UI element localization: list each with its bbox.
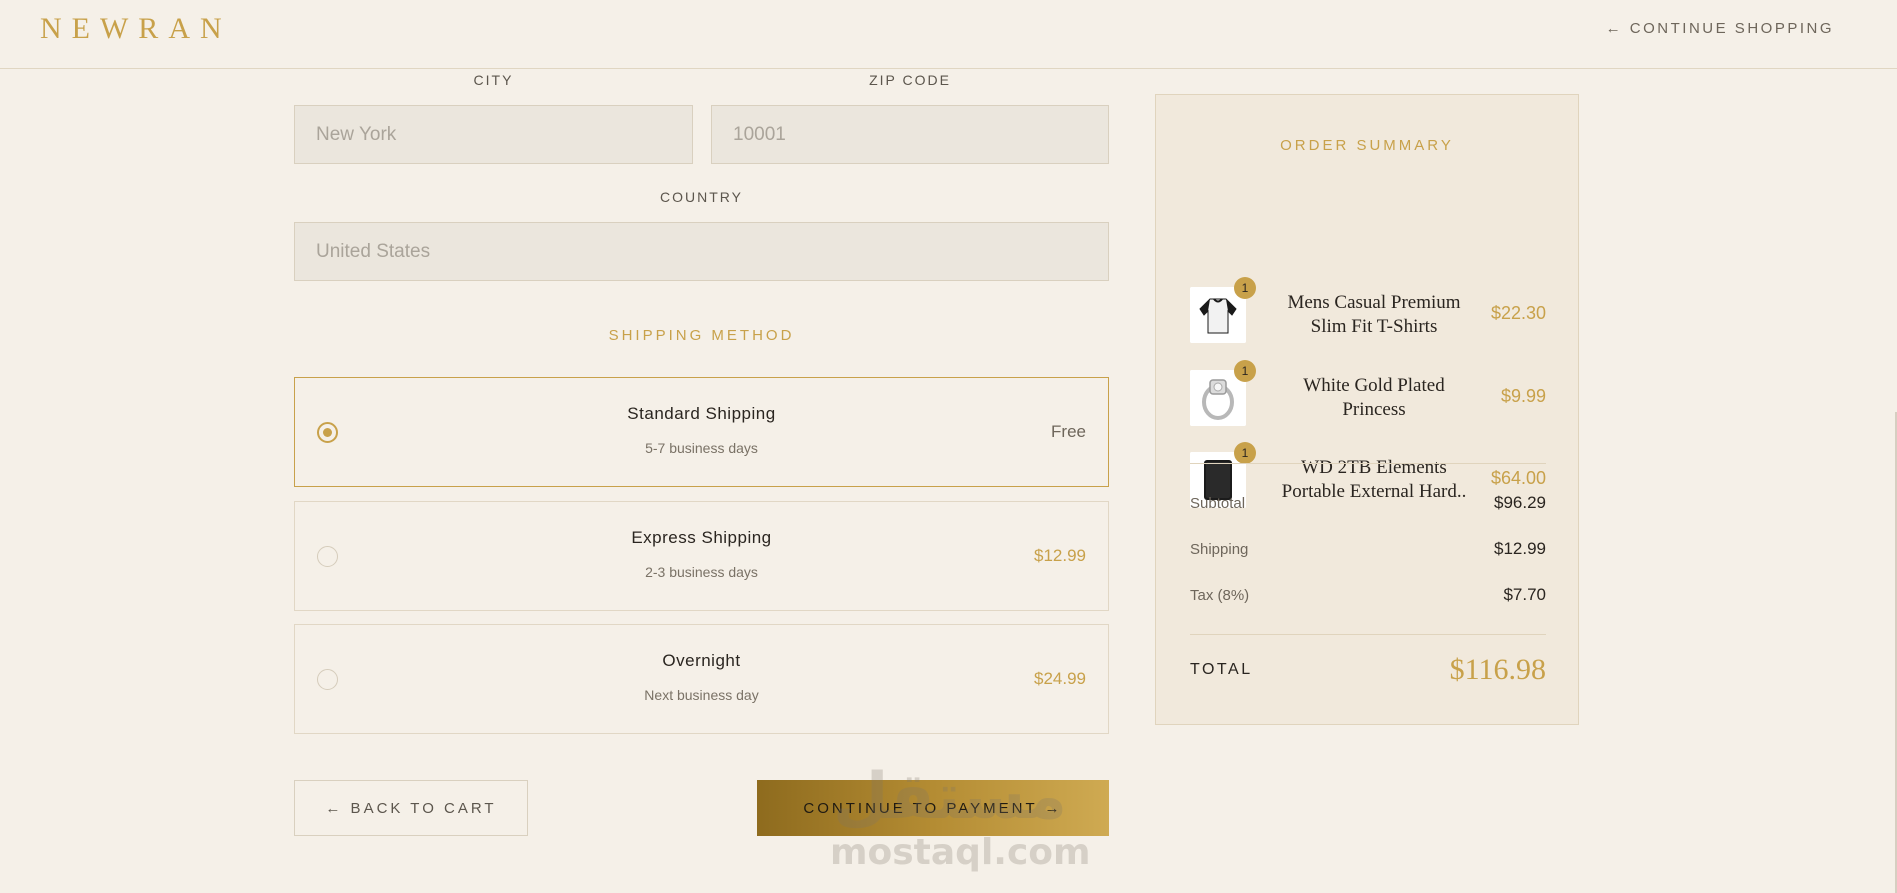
shipping-option-price: Free [1051, 422, 1086, 441]
continue-to-payment-button[interactable]: CONTINUE TO PAYMENT → [757, 780, 1109, 836]
subtotal-value: $96.29 [1494, 493, 1546, 512]
summary-item: 1 Mens Casual Premium Slim Fit T-Shirts … [1190, 277, 1546, 349]
total-value: $116.98 [1449, 653, 1546, 686]
shipping-option-days: Next business day [644, 687, 759, 703]
shipping-value: $12.99 [1494, 539, 1546, 558]
tax-value: $7.70 [1503, 585, 1546, 604]
summary-divider [1190, 463, 1546, 464]
item-price: $64.00 [1490, 468, 1546, 488]
subtotal-row: Subtotal $96.29 [1190, 492, 1546, 514]
quantity-badge: 1 [1234, 277, 1256, 299]
city-label: CITY [473, 72, 514, 88]
tax-row: Tax (8%) $7.70 [1190, 584, 1546, 606]
shipping-option-name: Express Shipping [631, 528, 772, 547]
item-name: Mens Casual Premium Slim Fit T-Shirts [1287, 292, 1461, 337]
site-header: NEWRAN ← CONTINUE SHOPPING [0, 0, 1897, 69]
summary-item: 1 White Gold Plated Princess $9.99 [1190, 360, 1546, 432]
total-row: TOTAL $116.98 [1190, 653, 1546, 687]
watermark-latin-text: mostaql.com [830, 832, 1091, 873]
quantity-badge: 1 [1234, 360, 1256, 382]
summary-divider [1190, 634, 1546, 635]
shipping-option-express[interactable]: Express Shipping 2-3 business days $12.9… [294, 501, 1109, 611]
shipping-label: Shipping [1190, 540, 1249, 558]
subtotal-label: Subtotal [1190, 494, 1246, 512]
shipping-option-overnight[interactable]: Overnight Next business day $24.99 [294, 624, 1109, 734]
shipping-option-price: $12.99 [1034, 546, 1086, 565]
continue-shopping-link[interactable]: ← CONTINUE SHOPPING [1606, 20, 1834, 37]
brand-logo[interactable]: NEWRAN [40, 12, 232, 46]
order-summary-title: ORDER SUMMARY [1280, 137, 1454, 154]
item-price: $9.99 [1500, 386, 1546, 406]
shipping-row: Shipping $12.99 [1190, 538, 1546, 560]
country-input[interactable]: United States [294, 222, 1109, 281]
shipping-option-name: Standard Shipping [627, 404, 776, 423]
zip-label: ZIP CODE [869, 72, 951, 88]
tax-label: Tax (8%) [1190, 586, 1250, 604]
city-input[interactable]: New York [294, 105, 693, 164]
shipping-option-price: $24.99 [1034, 669, 1086, 688]
order-summary-panel: ORDER SUMMARY 1 Mens Casual Premium Slim… [1155, 94, 1579, 725]
shipping-option-days: 2-3 business days [645, 564, 758, 580]
shipping-option-name: Overnight [662, 651, 741, 670]
total-label: TOTAL [1190, 661, 1253, 678]
item-price: $22.30 [1490, 303, 1546, 323]
item-name: White Gold Plated Princess [1303, 375, 1445, 420]
shipping-method-title: SHIPPING METHOD [608, 327, 795, 344]
shipping-option-days: 5-7 business days [645, 440, 758, 456]
zip-input[interactable]: 10001 [711, 105, 1109, 164]
country-label: COUNTRY [660, 189, 743, 205]
shipping-option-standard[interactable]: Standard Shipping 5-7 business days Free [294, 377, 1109, 487]
back-to-cart-button[interactable]: ← BACK TO CART [294, 780, 528, 836]
quantity-badge: 1 [1234, 442, 1256, 464]
